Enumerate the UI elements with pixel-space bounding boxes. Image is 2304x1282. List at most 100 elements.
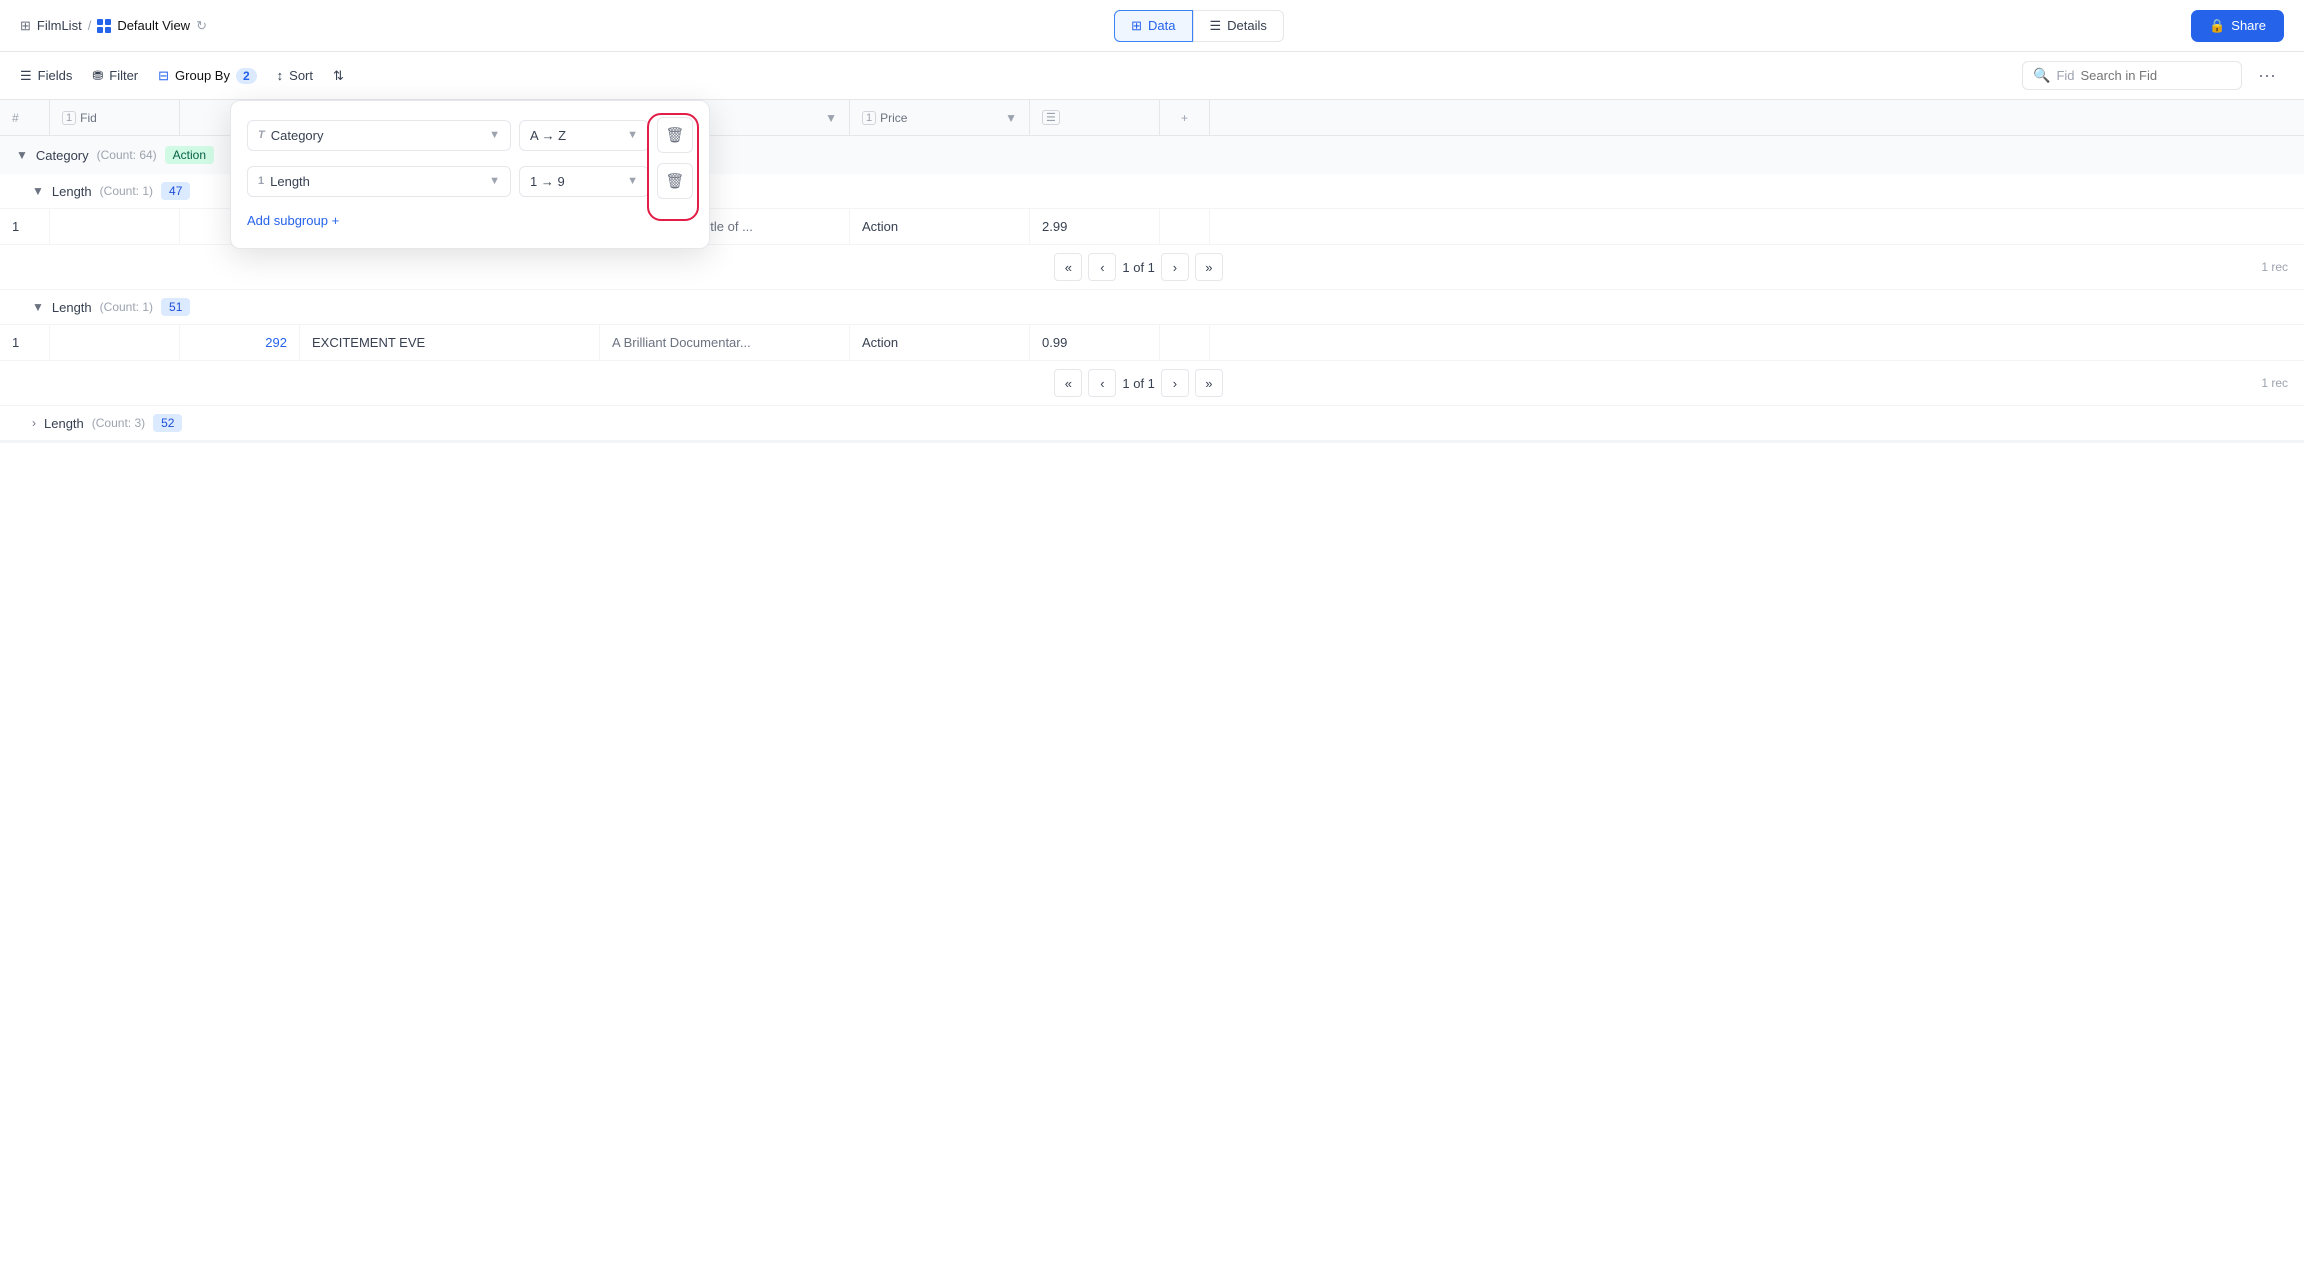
subgroup-51-badge: 51 [161, 298, 190, 316]
breadcrumb: ⊞ FilmList / Default View ↻ [20, 18, 207, 34]
cell-fid-empty [50, 209, 180, 244]
subgroup-47-count: (Count: 1) [100, 184, 153, 198]
details-tab-icon: ☰ [1210, 18, 1222, 34]
extra-icon: ⇅ [333, 68, 344, 84]
data-tab-icon: ⊞ [1131, 18, 1142, 34]
col-header-fid[interactable]: 1 Fid [50, 100, 180, 135]
col-header-price[interactable]: 1 Price ▼ [850, 100, 1030, 135]
last-page-button[interactable]: » [1195, 369, 1223, 397]
grid-icon [97, 19, 111, 33]
breadcrumb-area: ⊞ FilmList / Default View ↻ [20, 18, 207, 34]
subgroup-52: › Length (Count: 3) 52 [0, 406, 2304, 441]
col-cat-arrow: ▼ [825, 111, 837, 125]
app-title[interactable]: FilmList [37, 18, 82, 33]
next-page-button[interactable]: › [1161, 253, 1189, 281]
col-num-icon: # [12, 111, 19, 125]
subgroup-51-header[interactable]: ▼ Length (Count: 1) 51 [0, 290, 2304, 325]
subgroup-51: ▼ Length (Count: 1) 51 1 292 EXCITEMENT … [0, 290, 2304, 406]
last-page-button[interactable]: » [1195, 253, 1223, 281]
cell-category: Action [850, 209, 1030, 244]
group-action-badge: Action [165, 146, 214, 164]
field-type-icon-1: T [258, 129, 265, 141]
subgroup-51-label: Length [52, 300, 92, 315]
dropdown-arrow-2: ▼ [489, 175, 500, 187]
more-options-button[interactable]: ··· [2250, 61, 2284, 90]
record-count: 1 rec [2261, 260, 2288, 274]
group-category-label: Category [36, 148, 89, 163]
col-extra-icon: ☰ [1042, 110, 1060, 125]
sort-toolbar-item[interactable]: ↕ Sort [277, 68, 313, 83]
group-by-row-1: T Category ▼ A → Z ▼ 🗑 [247, 117, 693, 153]
col-header-num: # [0, 100, 50, 135]
group-field-select-1[interactable]: T Category ▼ [247, 120, 511, 151]
group-order-select-1[interactable]: A → Z ▼ [519, 120, 649, 151]
subgroup-47-badge: 47 [161, 182, 190, 200]
first-page-button[interactable]: « [1054, 253, 1082, 281]
pagination-row-47: « ‹ 1 of 1 › » 1 rec [0, 245, 2304, 290]
top-nav-right: 🔒 Share [2191, 10, 2284, 42]
tab-details[interactable]: ☰ Details [1193, 10, 1284, 42]
cell-price: 2.99 [1030, 209, 1160, 244]
breadcrumb-current: Default View ↻ [97, 18, 207, 34]
col-header-extra[interactable]: ☰ [1030, 100, 1160, 135]
delete-group-button-2[interactable]: 🗑 [657, 163, 693, 199]
filter-toolbar-item[interactable]: ⛃ Filter [92, 68, 138, 84]
breadcrumb-separator: / [88, 18, 92, 33]
sort-icon: ↕ [277, 68, 284, 83]
filter-icon: ⛃ [92, 68, 103, 84]
toolbar-right: 🔍 Fid ··· [2022, 61, 2284, 90]
tab-group: ⊞ Data ☰ Details [1114, 10, 1284, 42]
cell-description: A Brilliant Documentar... [600, 325, 850, 360]
group-order-select-2[interactable]: 1 → 9 ▼ [519, 166, 649, 197]
main-table-area: # 1 Fid T Description ▼ T Category ▼ 1 P… [0, 100, 2304, 1282]
dropdown-rows-container: T Category ▼ A → Z ▼ 🗑 1 Length ▼ 1 [247, 117, 693, 199]
next-page-button[interactable]: › [1161, 369, 1189, 397]
lock-icon: 🔒 [2209, 18, 2225, 34]
cell-num: 1 [0, 325, 50, 360]
cell-category: Action [850, 325, 1030, 360]
record-count-51: 1 rec [2261, 376, 2288, 390]
group-by-toolbar-item[interactable]: ⊟ Group By 2 [158, 68, 257, 84]
toolbar: ☰ Fields ⛃ Filter ⊟ Group By 2 ↕ Sort ⇅ … [0, 52, 2304, 100]
group-action-count: (Count: 64) [97, 148, 157, 162]
order-arrow-1: ▼ [627, 129, 638, 141]
prev-page-button[interactable]: ‹ [1088, 369, 1116, 397]
search-icon: 🔍 [2033, 67, 2050, 84]
group-chevron-down: ▼ [16, 148, 28, 162]
extra-toolbar-item[interactable]: ⇅ [333, 68, 344, 84]
col-fid-type-icon: 1 [62, 111, 76, 125]
add-subgroup-button[interactable]: Add subgroup + [247, 209, 339, 232]
tab-data[interactable]: ⊞ Data [1114, 10, 1192, 42]
delete-group-button-1[interactable]: 🗑 [657, 117, 693, 153]
group-by-icon: ⊟ [158, 68, 169, 84]
subgroup-51-chevron: ▼ [32, 300, 44, 314]
search-box: 🔍 Fid [2022, 61, 2242, 90]
cell-fid-link[interactable]: 292 [180, 325, 300, 360]
cell-num: 1 [0, 209, 50, 244]
group-by-row-2: 1 Length ▼ 1 → 9 ▼ 🗑 [247, 163, 693, 199]
cell-fid-empty [50, 325, 180, 360]
view-name[interactable]: Default View [117, 18, 190, 33]
group-field-select-2[interactable]: 1 Length ▼ [247, 166, 511, 197]
subgroup-52-badge: 52 [153, 414, 182, 432]
subgroup-52-header[interactable]: › Length (Count: 3) 52 [0, 406, 2304, 441]
search-field-label: Fid [2056, 68, 2074, 83]
subgroup-52-count: (Count: 3) [92, 416, 145, 430]
dropdown-arrow-1: ▼ [489, 129, 500, 141]
table-icon: ⊞ [20, 18, 31, 34]
fields-toolbar-item[interactable]: ☰ Fields [20, 68, 72, 84]
order-arrow-2: ▼ [627, 175, 638, 187]
search-input[interactable] [2081, 68, 2232, 83]
table-row: 1 292 EXCITEMENT EVE A Brilliant Documen… [0, 325, 2304, 361]
subgroup-47-chevron: ▼ [32, 184, 44, 198]
refresh-icon[interactable]: ↻ [196, 18, 207, 34]
col-price-type-icon: 1 [862, 111, 876, 125]
col-header-add[interactable]: + [1160, 100, 1210, 135]
share-button[interactable]: 🔒 Share [2191, 10, 2284, 42]
top-nav: ⊞ FilmList / Default View ↻ ⊞ Data ☰ Det… [0, 0, 2304, 52]
prev-page-button[interactable]: ‹ [1088, 253, 1116, 281]
subgroup-52-label: Length [44, 416, 84, 431]
add-col-icon: + [1181, 111, 1188, 125]
first-page-button[interactable]: « [1054, 369, 1082, 397]
cell-extra [1160, 325, 1210, 360]
